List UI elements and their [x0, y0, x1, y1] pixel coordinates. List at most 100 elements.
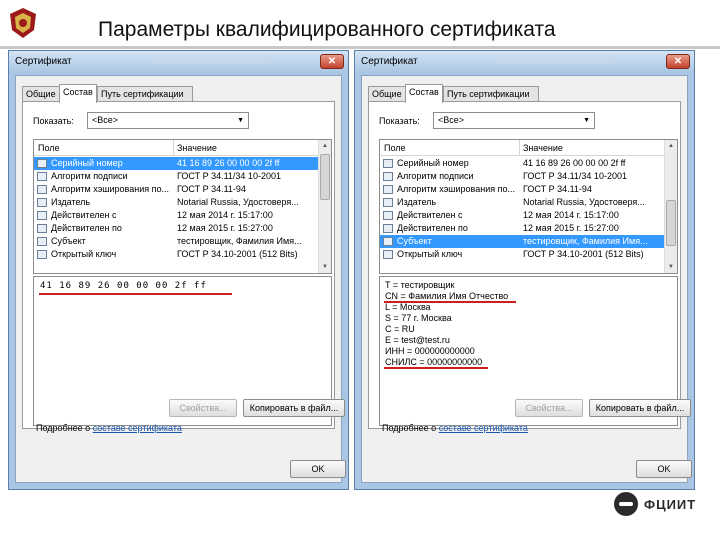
close-button[interactable]: ✕	[320, 54, 344, 69]
list-item[interactable]: Издатель Notarial Russia, Удостоверя...	[34, 196, 319, 209]
scroll-down-icon[interactable]: ▼	[665, 261, 677, 273]
window-titlebar[interactable]: Сертификат ✕	[355, 51, 694, 73]
field-value: Notarial Russia, Удостоверя...	[177, 197, 299, 207]
fciit-logo: ФЦИИТ	[614, 492, 704, 518]
tab-details[interactable]: Состав	[405, 84, 443, 103]
show-label: Показать:	[379, 116, 420, 126]
certificate-dialog-right: Сертификат ✕ Общие Состав Путь сертифика…	[354, 50, 695, 490]
scroll-thumb[interactable]	[320, 154, 330, 200]
field-name: Действителен с	[51, 210, 117, 220]
list-item[interactable]: Издатель Notarial Russia, Удостоверя...	[380, 196, 665, 209]
chevron-down-icon: ▼	[237, 117, 244, 124]
field-name: Открытый ключ	[51, 249, 117, 259]
field-name: Открытый ключ	[397, 249, 463, 259]
copy-to-file-button[interactable]: Копировать в файл...	[243, 399, 345, 417]
field-value: 12 мая 2015 г. 15:27:00	[523, 223, 619, 233]
field-name: Действителен по	[397, 223, 468, 233]
list-header: Поле Значение	[380, 140, 665, 156]
tab-general[interactable]: Общие	[22, 86, 60, 102]
list-item[interactable]: Открытый ключ ГОСТ Р 34.10-2001 (512 Bits…	[380, 248, 665, 261]
field-name: Серийный номер	[51, 158, 123, 168]
dialog-client: Общие Состав Путь сертификации Показать:…	[361, 75, 692, 483]
scroll-up-icon[interactable]: ▲	[665, 140, 677, 152]
list-item[interactable]: Субъект тестировщик, Фамилия Имя...	[380, 235, 665, 248]
fields-list[interactable]: Поле Значение Серийный номер 41 16 89 26 …	[33, 139, 332, 274]
ok-button[interactable]: OK	[290, 460, 346, 478]
list-item[interactable]: Серийный номер 41 16 89 26 00 00 00 2f ff	[380, 157, 665, 170]
properties-button[interactable]: Свойства...	[515, 399, 583, 417]
show-select[interactable]: <Все> ▼	[433, 112, 595, 129]
cert-details-link[interactable]: составе сертификата	[93, 423, 182, 433]
list-item[interactable]: Алгоритм хэширования по... ГОСТ Р 34.11-9…	[34, 183, 319, 196]
more-info: Подробнее о составе сертификата	[382, 423, 528, 433]
certificate-field-icon	[37, 198, 47, 207]
list-item[interactable]: Алгоритм хэширования по... ГОСТ Р 34.11-9…	[380, 183, 665, 196]
field-value: ГОСТ Р 34.10-2001 (512 Bits)	[523, 249, 644, 259]
certificate-field-icon	[383, 237, 393, 246]
column-field[interactable]: Поле	[38, 143, 60, 153]
list-item[interactable]: Открытый ключ ГОСТ Р 34.10-2001 (512 Bits…	[34, 248, 319, 261]
subject-line: C = RU	[385, 324, 415, 334]
more-info-text: Подробнее о	[36, 423, 91, 433]
red-underline-snils	[384, 367, 488, 369]
scroll-thumb[interactable]	[666, 200, 676, 246]
title-blur	[495, 59, 615, 64]
subject-line: E = test@test.ru	[385, 335, 450, 345]
show-select-value: <Все>	[92, 115, 119, 125]
slide-title: Параметры квалифицированного сертификата	[98, 18, 556, 41]
tab-cert-path[interactable]: Путь сертификации	[97, 86, 193, 102]
close-button[interactable]: ✕	[666, 54, 690, 69]
list-item[interactable]: Серийный номер 41 16 89 26 00 00 00 2f ff	[34, 157, 319, 170]
certificate-field-icon	[37, 250, 47, 259]
subject-line: L = Москва	[385, 302, 431, 312]
more-info: Подробнее о составе сертификата	[36, 423, 182, 433]
field-name: Алгоритм хэширования по...	[51, 184, 169, 194]
properties-button[interactable]: Свойства...	[169, 399, 237, 417]
list-scrollbar[interactable]: ▲ ▼	[318, 140, 331, 273]
red-underline-cn	[384, 301, 516, 303]
subject-line: T = тестировщик	[385, 280, 455, 290]
serial-hex-value: 41 16 89 26 00 00 00 2f ff	[40, 281, 207, 291]
column-value[interactable]: Значение	[523, 143, 563, 153]
subject-lines: T = тестировщик CN = Фамилия Имя Отчество…	[380, 280, 508, 368]
field-name: Субъект	[397, 236, 432, 246]
logo-text: ФЦИИТ	[644, 497, 697, 512]
list-item[interactable]: Субъект тестировщик, Фамилия Имя...	[34, 235, 319, 248]
cert-details-link[interactable]: составе сертификата	[439, 423, 528, 433]
fields-list[interactable]: Поле Значение Серийный номер 41 16 89 26 …	[379, 139, 678, 274]
field-value: 12 мая 2014 г. 15:17:00	[177, 210, 273, 220]
field-value: ГОСТ Р 34.11-94	[177, 184, 246, 194]
scroll-up-icon[interactable]: ▲	[319, 140, 331, 152]
scroll-down-icon[interactable]: ▼	[319, 261, 331, 273]
list-item[interactable]: Действителен по 12 мая 2015 г. 15:27:00	[380, 222, 665, 235]
field-name: Серийный номер	[397, 158, 469, 168]
field-name: Издатель	[51, 197, 91, 207]
certificate-field-icon	[37, 185, 47, 194]
column-value[interactable]: Значение	[177, 143, 217, 153]
emblem-icon	[6, 6, 40, 40]
tab-cert-path[interactable]: Путь сертификации	[443, 86, 539, 102]
certificate-field-icon	[383, 198, 393, 207]
column-field[interactable]: Поле	[384, 143, 406, 153]
copy-to-file-button[interactable]: Копировать в файл...	[589, 399, 691, 417]
list-item[interactable]: Действителен с 12 мая 2014 г. 15:17:00	[380, 209, 665, 222]
tab-general[interactable]: Общие	[368, 86, 406, 102]
field-value: ГОСТ Р 34.10-2001 (512 Bits)	[177, 249, 298, 259]
field-name: Действителен по	[51, 223, 122, 233]
tab-details[interactable]: Состав	[59, 84, 97, 103]
certificate-field-icon	[383, 159, 393, 168]
ok-button[interactable]: OK	[636, 460, 692, 478]
show-select[interactable]: <Все> ▼	[87, 112, 249, 129]
field-value: ГОСТ Р 34.11-94	[523, 184, 592, 194]
details-panel: Показать: <Все> ▼ Поле Значение Серийный…	[368, 101, 691, 429]
list-scrollbar[interactable]: ▲ ▼	[664, 140, 677, 273]
subject-line: S = 77 г. Москва	[385, 313, 452, 323]
list-item[interactable]: Действителен с 12 мая 2014 г. 15:17:00	[34, 209, 319, 222]
list-item[interactable]: Алгоритм подписи ГОСТ Р 34.11/34 10-2001	[380, 170, 665, 183]
window-titlebar[interactable]: Сертификат ✕	[9, 51, 348, 73]
list-item[interactable]: Алгоритм подписи ГОСТ Р 34.11/34 10-2001	[34, 170, 319, 183]
certificate-field-icon	[37, 224, 47, 233]
field-name: Алгоритм хэширования по...	[397, 184, 515, 194]
certificate-field-icon	[37, 211, 47, 220]
list-item[interactable]: Действителен по 12 мая 2015 г. 15:27:00	[34, 222, 319, 235]
